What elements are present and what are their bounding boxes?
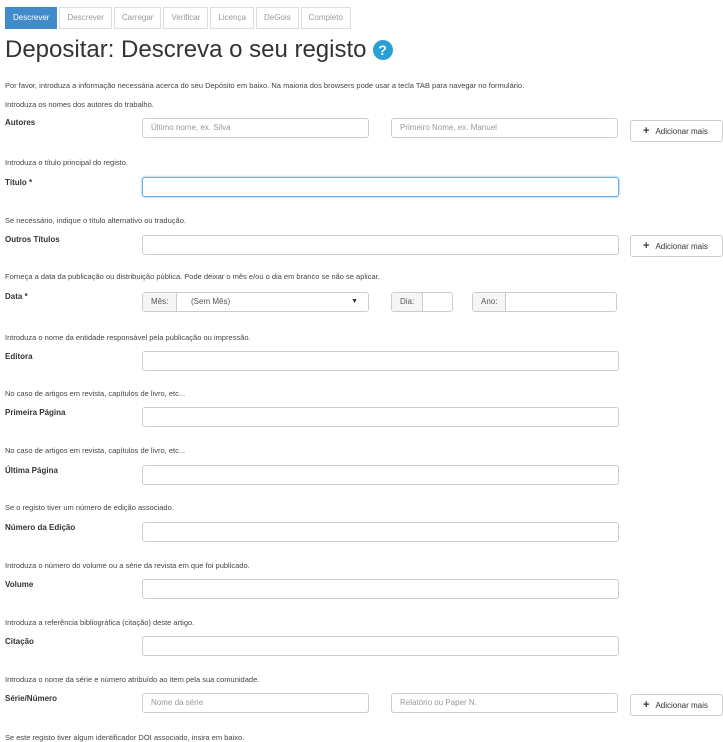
ultima-pagina-label: Última Página <box>5 466 58 475</box>
plus-icon: + <box>643 699 650 711</box>
outros-titulos-input[interactable] <box>142 235 619 255</box>
autores-first-name-input[interactable]: Primeiro Nome, ex. Manuel <box>391 118 618 138</box>
day-input[interactable]: Dia: <box>391 292 453 312</box>
outros-titulos-hint: Se necessário, indique o título alternat… <box>5 216 186 225</box>
ultima-pagina-input[interactable] <box>142 465 619 485</box>
outros-titulos-label: Outros Títulos <box>5 235 60 244</box>
year-label: Ano: <box>473 293 507 311</box>
primeira-pagina-input[interactable] <box>142 407 619 427</box>
tab-descrever-2[interactable]: Descrever <box>59 7 112 29</box>
doi-hint: Se este registo tiver algum identificado… <box>5 733 245 742</box>
titulo-label: Título * <box>5 178 33 187</box>
page-title-text: Depositar: Descreva o seu registo <box>5 36 367 63</box>
serie-label: Série/Número <box>5 694 58 703</box>
plus-icon: + <box>643 125 650 137</box>
day-label: Dia: <box>392 293 424 311</box>
serie-hint: Introduza o nome da série e número atrib… <box>5 675 260 684</box>
citacao-label: Citação <box>5 637 34 646</box>
edicao-input[interactable] <box>142 522 619 542</box>
autores-hint: Introduza os nomes dos autores do trabal… <box>5 100 154 109</box>
editora-hint: Introduza o nome da entidade responsável… <box>5 333 251 342</box>
intro-text: Por favor, introduza a informação necess… <box>5 81 525 90</box>
editora-input[interactable] <box>142 351 619 371</box>
primeira-pagina-label: Primeira Página <box>5 408 66 417</box>
page-title: Depositar: Descreva o seu registo ? <box>5 36 393 64</box>
tab-carregar[interactable]: Carregar <box>113 7 162 29</box>
citacao-hint: Introduza a referência bibliográfica (ci… <box>5 618 195 627</box>
serie-name-input[interactable]: Nome da série <box>142 693 369 713</box>
volume-label: Volume <box>5 580 34 589</box>
month-label: Mês: <box>143 293 178 311</box>
citacao-input[interactable] <box>142 636 619 656</box>
add-more-label: Adicionar mais <box>655 242 708 251</box>
progress-tabs: Descrever Descrever Carregar Verificar L… <box>5 7 353 29</box>
edicao-hint: Se o registo tiver um número de edição a… <box>5 503 174 512</box>
volume-hint: Introduza o número do volume ou a série … <box>5 561 250 570</box>
help-icon[interactable]: ? <box>372 40 393 60</box>
ultima-pagina-hint: No caso de artigos em revista, capítulos… <box>5 446 186 455</box>
editora-label: Editora <box>5 352 33 361</box>
edicao-label: Número da Edição <box>5 523 76 532</box>
tab-licenca[interactable]: Licença <box>210 7 254 29</box>
tab-descrever-1[interactable]: Descrever <box>5 7 58 29</box>
month-value: (Sem Mês) <box>191 297 231 306</box>
volume-input[interactable] <box>142 579 619 599</box>
serie-number-input[interactable]: Relatório ou Paper N. <box>391 693 618 713</box>
titulo-hint: Introduza o título principal do registo. <box>5 158 128 167</box>
year-input[interactable]: Ano: <box>472 292 617 312</box>
autores-add-more-button[interactable]: + Adicionar mais <box>630 120 723 142</box>
plus-icon: + <box>643 240 650 252</box>
chevron-down-icon: ▼ <box>351 298 358 305</box>
primeira-pagina-hint: No caso de artigos em revista, capítulos… <box>5 389 186 398</box>
month-select[interactable]: Mês: (Sem Mês) ▼ <box>142 292 369 312</box>
autores-last-name-input[interactable]: Último nome, ex. Silva <box>142 118 369 138</box>
tab-degois[interactable]: DeGois <box>255 7 299 29</box>
add-more-label: Adicionar mais <box>655 127 708 136</box>
outros-titulos-add-more-button[interactable]: + Adicionar mais <box>630 235 723 257</box>
serie-add-more-button[interactable]: + Adicionar mais <box>630 694 723 716</box>
data-label: Data * <box>5 292 28 301</box>
autores-label: Autores <box>5 118 36 127</box>
data-hint: Forneça a data da publicação ou distribu… <box>5 272 380 281</box>
tab-completo[interactable]: Completo <box>300 7 351 29</box>
add-more-label: Adicionar mais <box>655 701 708 710</box>
titulo-input[interactable] <box>142 177 619 197</box>
tab-verificar[interactable]: Verificar <box>163 7 209 29</box>
